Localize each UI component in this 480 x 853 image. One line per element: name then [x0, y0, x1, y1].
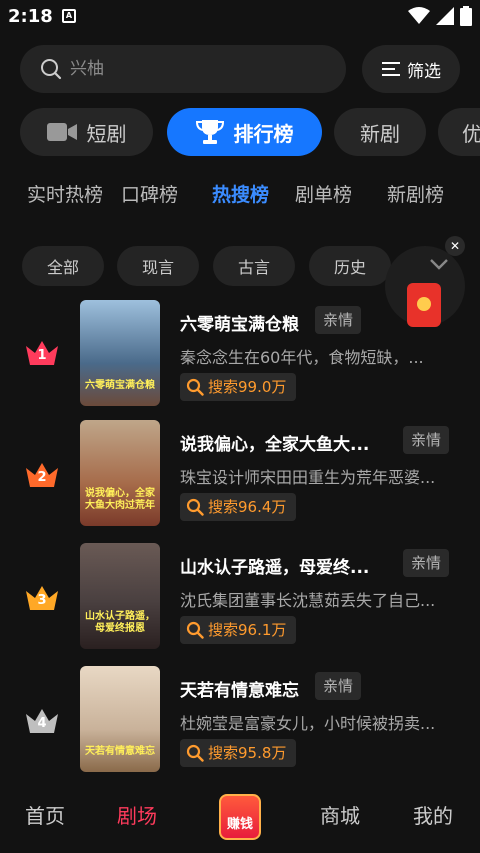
rank-number: 3 — [37, 593, 47, 608]
category-tab-new[interactable]: 新剧 — [334, 108, 426, 156]
category-label: 优 — [462, 121, 480, 146]
rank-badge: 2 — [24, 460, 60, 494]
status-icons — [408, 6, 472, 26]
nav-earn-button[interactable]: 赚钱 — [219, 794, 261, 840]
search-icon — [41, 59, 62, 80]
drama-description: 珠宝设计师宋田田重生为荒年恶婆... — [180, 468, 436, 487]
rank-tab-reputation[interactable]: 口碑榜 — [121, 180, 178, 207]
search-count-badge: 搜索95.8万 — [180, 739, 297, 767]
category-tab-ranking[interactable]: 排行榜 — [167, 108, 322, 156]
bottom-nav: 首页 剧场 赚钱 商城 我的 — [0, 780, 480, 853]
search-count-text: 搜索96.1万 — [208, 621, 287, 639]
chip-label: 古言 — [237, 258, 270, 277]
category-row: 短剧 排行榜 新剧 优 — [20, 108, 480, 156]
chevron-down-icon — [430, 259, 448, 270]
rank-badge: 1 — [24, 338, 60, 372]
drama-title: 说我偏心，全家大鱼大... — [180, 435, 370, 455]
chip-label: 现言 — [141, 258, 174, 277]
drama-title: 山水认子路遥，母爱终... — [180, 558, 370, 578]
search-count-text: 搜索96.4万 — [208, 498, 287, 516]
category-tab-more[interactable]: 优 — [438, 108, 480, 156]
search-icon — [186, 744, 204, 762]
search-count-badge: 搜索99.0万 — [180, 373, 297, 401]
search-count-badge: 搜索96.1万 — [180, 616, 297, 644]
status-time: 2:18 — [8, 6, 53, 27]
rank-tab-new-drama[interactable]: 新剧榜 — [387, 180, 444, 207]
trophy-icon — [195, 120, 224, 144]
rank-number: 2 — [37, 470, 47, 485]
drama-poster[interactable]: 六零萌宝满仓粮 — [80, 300, 160, 406]
nav-me[interactable]: 我的 — [413, 800, 453, 829]
rank-number: 4 — [37, 716, 47, 731]
list-item[interactable]: 2 说我偏心，全家大鱼大肉过荒年 说我偏心，全家大鱼大... 亲情 珠宝设计师宋… — [0, 420, 480, 526]
poster-title: 说我偏心，全家大鱼大肉过荒年 — [85, 488, 155, 511]
genre-tag: 亲情 — [403, 549, 450, 577]
category-tab-duanju[interactable]: 短剧 — [20, 108, 153, 156]
rank-badge: 3 — [24, 583, 60, 617]
drama-poster[interactable]: 说我偏心，全家大鱼大肉过荒年 — [80, 420, 160, 526]
rank-tab-playlist[interactable]: 剧单榜 — [295, 180, 352, 207]
genre-tag: 亲情 — [403, 426, 450, 454]
search-count-badge: 搜索96.4万 — [180, 493, 297, 521]
poster-title: 山水认子路遥，母爱终报恩 — [85, 611, 155, 634]
list-item[interactable]: 1 六零萌宝满仓粮 六零萌宝满仓粮 亲情 秦念念生在60年代，食物短缺，... … — [0, 300, 480, 406]
rank-number: 1 — [37, 348, 47, 363]
rank-tab-hot-search[interactable]: 热搜榜 — [212, 180, 269, 207]
search-icon — [186, 621, 204, 639]
search-box[interactable] — [20, 45, 346, 93]
category-label: 新剧 — [360, 121, 400, 146]
nav-mall[interactable]: 商城 — [320, 800, 360, 829]
search-input[interactable] — [70, 56, 330, 82]
drama-description: 沈氏集团董事长沈慧茹丢失了自己... — [180, 591, 436, 610]
battery-icon — [460, 6, 472, 26]
nav-theater[interactable]: 剧场 — [117, 800, 157, 829]
video-camera-icon — [46, 123, 77, 141]
chip-history[interactable]: 历史 — [309, 246, 391, 286]
wifi-icon — [408, 7, 430, 24]
drama-poster[interactable]: 山水认子路遥，母爱终报恩 — [80, 543, 160, 649]
signal-icon — [436, 7, 454, 25]
filter-button[interactable]: 筛选 — [362, 45, 460, 93]
search-row: 筛选 — [20, 45, 460, 93]
chip-label: 历史 — [333, 258, 366, 277]
ranking-tabs: 实时热榜 口碑榜 热搜榜 剧单榜 新剧榜 — [0, 180, 480, 214]
genre-tag: 亲情 — [315, 672, 362, 700]
category-label: 短剧 — [86, 121, 127, 146]
rank-tab-realtime[interactable]: 实时热榜 — [27, 180, 103, 207]
close-icon[interactable]: ✕ — [445, 236, 465, 256]
status-bar: 2:18 A — [0, 0, 480, 34]
rank-badge: 4 — [24, 706, 60, 740]
search-icon — [186, 378, 204, 396]
filter-label: 筛选 — [407, 61, 441, 82]
list-item[interactable]: 3 山水认子路遥，母爱终报恩 山水认子路遥，母爱终... 亲情 沈氏集团董事长沈… — [0, 543, 480, 649]
poster-title: 天若有情意难忘 — [85, 746, 155, 757]
chip-ancient[interactable]: 古言 — [213, 246, 295, 286]
poster-title: 六零萌宝满仓粮 — [85, 380, 155, 391]
filter-icon — [382, 62, 400, 76]
drama-description: 秦念念生在60年代，食物短缺，... — [180, 348, 424, 367]
search-icon — [186, 498, 204, 516]
earn-label: 赚钱 — [226, 817, 253, 832]
chip-modern[interactable]: 现言 — [117, 246, 199, 286]
chip-all[interactable]: 全部 — [22, 246, 104, 286]
search-count-text: 搜索99.0万 — [208, 378, 287, 396]
drama-title: 六零萌宝满仓粮 — [180, 315, 299, 335]
category-label: 排行榜 — [233, 121, 294, 146]
nav-home[interactable]: 首页 — [25, 800, 65, 829]
drama-description: 杜婉莹是富豪女儿，小时候被拐卖... — [180, 714, 436, 733]
search-count-text: 搜索95.8万 — [208, 744, 287, 762]
drama-poster[interactable]: 天若有情意难忘 — [80, 666, 160, 772]
genre-tag: 亲情 — [315, 306, 362, 334]
app-notification-icon: A — [62, 9, 76, 23]
chip-label: 全部 — [46, 258, 79, 277]
list-item[interactable]: 4 天若有情意难忘 天若有情意难忘 亲情 杜婉莹是富豪女儿，小时候被拐卖... … — [0, 666, 480, 772]
drama-title: 天若有情意难忘 — [180, 681, 299, 701]
